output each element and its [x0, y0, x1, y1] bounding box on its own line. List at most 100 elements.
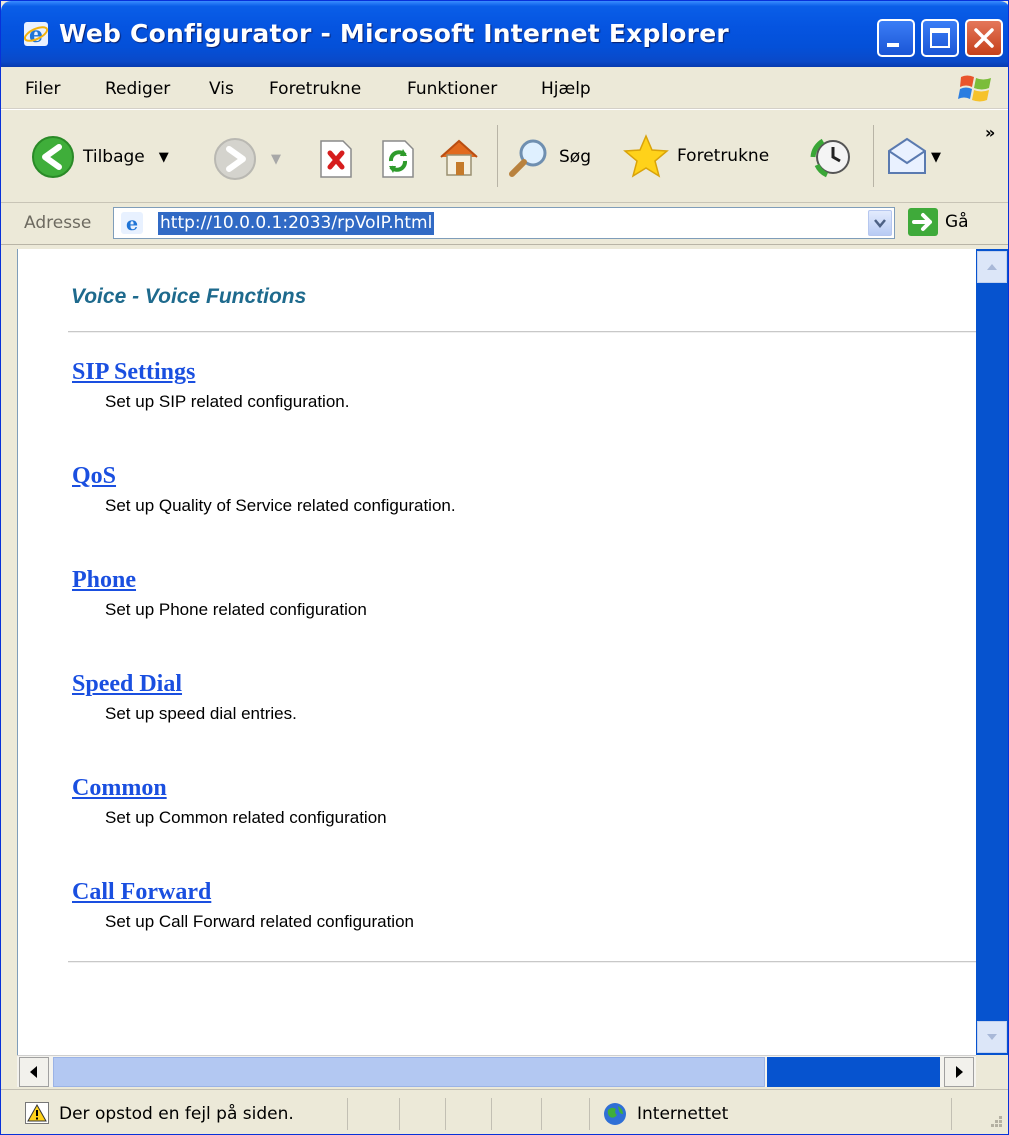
menu-rediger[interactable]: Rediger [105, 79, 170, 99]
horizontal-scrollbar[interactable] [17, 1055, 976, 1087]
menu-foretrukne[interactable]: Foretrukne [269, 79, 361, 99]
section-phone: Phone Set up Phone related configuration [72, 567, 367, 620]
favorites-star-icon [623, 134, 669, 178]
address-dropdown-button[interactable] [868, 210, 892, 236]
vertical-scrollbar[interactable] [976, 249, 1008, 1055]
status-cell [589, 1098, 590, 1130]
section-call-forward: Call Forward Set up Call Forward related… [72, 879, 414, 932]
forward-dropdown-icon[interactable]: ▼ [271, 152, 281, 167]
go-arrow-icon [908, 208, 938, 236]
maximize-button[interactable] [921, 19, 959, 57]
mail-button[interactable]: ▼ [885, 137, 941, 177]
sip-settings-desc: Set up SIP related configuration. [105, 392, 350, 411]
arrow-up-icon [987, 264, 997, 270]
forward-arrow-icon [214, 138, 256, 180]
svg-text:e: e [126, 213, 138, 235]
stop-button[interactable] [317, 139, 355, 179]
search-button[interactable]: Søg [507, 135, 591, 179]
phone-link[interactable]: Phone [72, 567, 367, 594]
home-button[interactable] [437, 135, 481, 179]
minimize-button[interactable] [877, 19, 915, 57]
status-cell [541, 1098, 542, 1130]
window-title: Web Configurator - Microsoft Internet Ex… [59, 19, 729, 48]
chevron-down-icon [874, 219, 886, 228]
forward-button[interactable]: ▼ [213, 137, 281, 181]
ie-icon: e [23, 22, 49, 47]
address-label: Adresse [24, 213, 92, 233]
menu-funktioner[interactable]: Funktioner [407, 79, 497, 99]
scrollbar-corner [976, 1055, 1008, 1087]
qos-link[interactable]: QoS [72, 463, 456, 490]
stop-icon [320, 140, 352, 178]
bottom-divider [68, 961, 976, 963]
search-label: Søg [559, 147, 591, 167]
address-bar: Adresse e http://10.0.0.1:2033/rpVoIP.ht… [1, 203, 1008, 245]
menu-hjaelp[interactable]: Hjælp [541, 79, 591, 99]
address-input[interactable]: e http://10.0.0.1:2033/rpVoIP.html [113, 207, 895, 239]
back-dropdown-icon[interactable]: ▼ [159, 150, 169, 165]
status-cell [951, 1098, 952, 1130]
svg-text:e: e [29, 22, 43, 47]
section-speed-dial: Speed Dial Set up speed dial entries. [72, 671, 297, 724]
common-link[interactable]: Common [72, 775, 387, 802]
section-common: Common Set up Common related configurati… [72, 775, 387, 828]
top-divider [68, 331, 976, 333]
go-label: Gå [945, 212, 969, 232]
common-desc: Set up Common related configuration [105, 808, 387, 827]
toolbar-separator [873, 125, 874, 187]
scroll-right-button[interactable] [944, 1057, 974, 1087]
back-button[interactable]: Tilbage ▼ [31, 135, 169, 179]
section-qos: QoS Set up Quality of Service related co… [72, 463, 456, 516]
maximize-icon [930, 28, 950, 48]
section-sip-settings: SIP Settings Set up SIP related configur… [72, 359, 349, 412]
qos-desc: Set up Quality of Service related config… [105, 496, 456, 515]
history-icon [810, 138, 850, 178]
call-forward-desc: Set up Call Forward related configuratio… [105, 912, 414, 931]
vertical-scroll-thumb[interactable] [976, 285, 1008, 1017]
menu-vis[interactable]: Vis [209, 79, 234, 99]
status-cell [399, 1098, 400, 1130]
scroll-up-button[interactable] [977, 251, 1007, 283]
arrow-down-icon [987, 1034, 997, 1040]
minimize-icon [887, 43, 899, 47]
favorites-button[interactable]: Foretrukne [623, 133, 769, 179]
refresh-icon [382, 140, 414, 178]
sip-settings-link[interactable]: SIP Settings [72, 359, 349, 386]
page-ie-icon: e [121, 212, 143, 235]
close-button[interactable] [965, 19, 1003, 57]
address-url[interactable]: http://10.0.0.1:2033/rpVoIP.html [158, 212, 435, 235]
arrow-left-icon [30, 1066, 37, 1078]
status-cell [347, 1098, 348, 1130]
horizontal-scroll-thumb[interactable] [53, 1057, 765, 1087]
mail-dropdown-icon[interactable]: ▼ [931, 150, 941, 165]
warning-icon[interactable] [25, 1102, 49, 1124]
toolbar-chevron-icon[interactable]: » [985, 123, 995, 142]
status-message: Der opstod en fejl på siden. [59, 1104, 294, 1124]
globe-icon [604, 1103, 626, 1125]
speed-dial-desc: Set up speed dial entries. [105, 704, 297, 723]
page-title: Voice - Voice Functions [71, 285, 307, 308]
scroll-down-button[interactable] [977, 1021, 1007, 1053]
menu-filer[interactable]: Filer [25, 79, 60, 99]
close-icon [974, 28, 994, 48]
scroll-left-button[interactable] [19, 1057, 49, 1087]
horizontal-scroll-track[interactable] [767, 1057, 940, 1087]
status-cell [445, 1098, 446, 1130]
phone-desc: Set up Phone related configuration [105, 600, 367, 619]
browser-window: e Web Configurator - Microsoft Internet … [0, 0, 1009, 1135]
refresh-button[interactable] [379, 139, 417, 179]
history-button[interactable] [809, 135, 853, 179]
call-forward-link[interactable]: Call Forward [72, 879, 414, 906]
menu-bar: Filer Rediger Vis Foretrukne Funktioner … [1, 67, 1008, 109]
title-bar[interactable]: e Web Configurator - Microsoft Internet … [1, 1, 1008, 67]
status-bar: Der opstod en fejl på siden. Internettet [1, 1089, 1008, 1134]
status-cell [491, 1098, 492, 1130]
windows-logo-icon [958, 75, 991, 102]
arrow-right-icon [956, 1066, 963, 1078]
speed-dial-link[interactable]: Speed Dial [72, 671, 297, 698]
zone-label: Internettet [637, 1104, 729, 1124]
resize-grip-icon[interactable] [985, 1112, 1005, 1132]
go-button[interactable]: Gå [907, 207, 969, 237]
home-icon [440, 139, 478, 176]
mail-icon [888, 137, 926, 174]
